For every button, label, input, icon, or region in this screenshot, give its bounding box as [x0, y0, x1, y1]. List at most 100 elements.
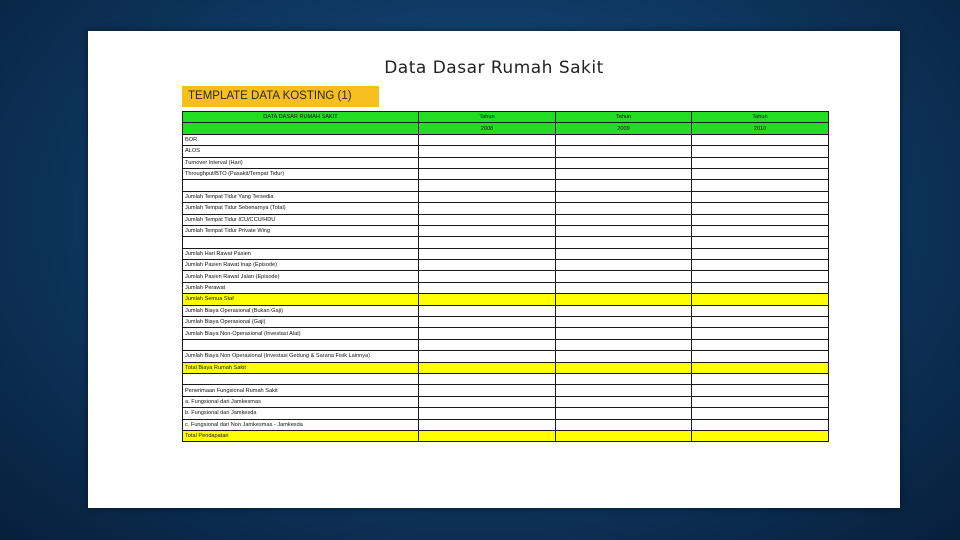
value-cell[interactable]: [691, 418, 829, 431]
table-row: Jumlah Hari Rawat Pasien: [182, 247, 829, 261]
value-cell[interactable]: [555, 372, 692, 386]
row-label: Jumlah Pasien Rawat Jalan (Episode): [182, 270, 419, 283]
value-cell[interactable]: [691, 156, 829, 169]
value-cell[interactable]: [418, 384, 556, 397]
value-cell[interactable]: [691, 167, 829, 181]
value-cell[interactable]: [555, 133, 692, 147]
value-cell[interactable]: [555, 259, 692, 272]
value-cell[interactable]: [555, 202, 692, 215]
value-cell[interactable]: [691, 327, 829, 340]
value-cell[interactable]: [691, 236, 829, 249]
value-cell[interactable]: [418, 338, 556, 352]
value-cell[interactable]: [555, 304, 692, 318]
value-cell[interactable]: [418, 293, 556, 306]
value-cell[interactable]: [555, 179, 692, 192]
value-cell[interactable]: [555, 361, 692, 375]
value-cell[interactable]: [555, 407, 692, 420]
table-row: Jumlah Tempat Tidur Private Wing: [182, 224, 829, 238]
value-cell[interactable]: [691, 133, 829, 147]
value-cell[interactable]: [691, 190, 829, 204]
value-cell[interactable]: [691, 281, 829, 295]
value-cell[interactable]: [418, 304, 556, 318]
value-cell[interactable]: [691, 247, 829, 261]
value-cell[interactable]: [418, 145, 556, 158]
value-cell[interactable]: [418, 259, 556, 272]
table-row: Jumlah Biaya Non-Operasional (Investasi …: [182, 327, 829, 340]
value-cell[interactable]: [691, 213, 829, 226]
value-cell[interactable]: [418, 372, 556, 386]
value-cell[interactable]: [418, 190, 556, 204]
value-cell[interactable]: [691, 350, 829, 363]
value-cell[interactable]: [418, 224, 556, 238]
value-cell[interactable]: [691, 338, 829, 352]
value-cell[interactable]: [418, 350, 556, 363]
row-label: Jumlah Tempat Tidur ICU/CCU/HDU: [182, 213, 419, 226]
value-cell[interactable]: [555, 395, 692, 409]
value-cell[interactable]: [691, 407, 829, 420]
value-cell[interactable]: [555, 224, 692, 238]
value-cell[interactable]: [418, 395, 556, 409]
value-cell[interactable]: [418, 213, 556, 226]
value-cell[interactable]: [418, 327, 556, 340]
table-row: ALOS: [182, 145, 829, 158]
value-cell[interactable]: [418, 247, 556, 261]
value-cell[interactable]: [691, 304, 829, 318]
value-cell[interactable]: [418, 179, 556, 192]
value-cell[interactable]: [555, 418, 692, 431]
row-label: a. Fungsional dari Jamkesmas: [182, 395, 419, 409]
value-cell[interactable]: [555, 236, 692, 249]
value-cell[interactable]: [418, 156, 556, 169]
value-cell[interactable]: [691, 270, 829, 283]
table-row: Penerimaan Fungsional Rumah Sakit: [182, 384, 829, 397]
value-cell[interactable]: [555, 316, 692, 329]
value-cell[interactable]: [555, 384, 692, 397]
table-row: Jumlah Tempat Tidur Yang Tersedia: [182, 190, 829, 204]
value-cell[interactable]: [691, 145, 829, 158]
value-cell[interactable]: [691, 224, 829, 238]
value-cell[interactable]: [418, 202, 556, 215]
row-label: Jumlah Tempat Tidur Sebenarnya (Total): [182, 202, 419, 215]
table-row: Jumlah Semua Staf: [182, 293, 829, 306]
value-cell[interactable]: [418, 361, 556, 375]
table-row: Jumlah Biaya Operasional (Gaji): [182, 316, 829, 329]
value-cell[interactable]: [691, 293, 829, 306]
table-row: a. Fungsional dari Jamkesmas: [182, 395, 829, 409]
value-cell[interactable]: [418, 270, 556, 283]
value-cell[interactable]: [691, 179, 829, 192]
value-cell[interactable]: [555, 156, 692, 169]
value-cell[interactable]: [555, 327, 692, 340]
value-cell[interactable]: [691, 429, 829, 443]
value-cell[interactable]: [555, 270, 692, 283]
row-label: Jumlah Tempat Tidur Yang Tersedia: [182, 190, 419, 204]
value-cell[interactable]: [691, 202, 829, 215]
value-cell[interactable]: [418, 429, 556, 443]
year-label-1: Tahun: [418, 110, 556, 124]
value-cell[interactable]: [418, 167, 556, 181]
value-cell[interactable]: [555, 145, 692, 158]
row-label: Turnover Interval (Hari): [182, 156, 419, 169]
value-cell[interactable]: [691, 384, 829, 397]
value-cell[interactable]: [691, 259, 829, 272]
value-cell[interactable]: [555, 247, 692, 261]
value-cell[interactable]: [418, 133, 556, 147]
value-cell[interactable]: [418, 407, 556, 420]
value-cell[interactable]: [418, 236, 556, 249]
table-row: [182, 179, 829, 192]
value-cell[interactable]: [418, 316, 556, 329]
value-cell[interactable]: [555, 167, 692, 181]
value-cell[interactable]: [418, 418, 556, 431]
value-cell[interactable]: [691, 372, 829, 386]
value-cell[interactable]: [555, 429, 692, 443]
value-cell[interactable]: [555, 350, 692, 363]
row-label: BOR: [182, 133, 419, 147]
value-cell[interactable]: [691, 395, 829, 409]
value-cell[interactable]: [555, 281, 692, 295]
value-cell[interactable]: [555, 338, 692, 352]
value-cell[interactable]: [555, 293, 692, 306]
value-cell[interactable]: [555, 190, 692, 204]
value-cell[interactable]: [691, 361, 829, 375]
value-cell[interactable]: [691, 316, 829, 329]
table-row: [182, 372, 829, 386]
value-cell[interactable]: [555, 213, 692, 226]
value-cell[interactable]: [418, 281, 556, 295]
